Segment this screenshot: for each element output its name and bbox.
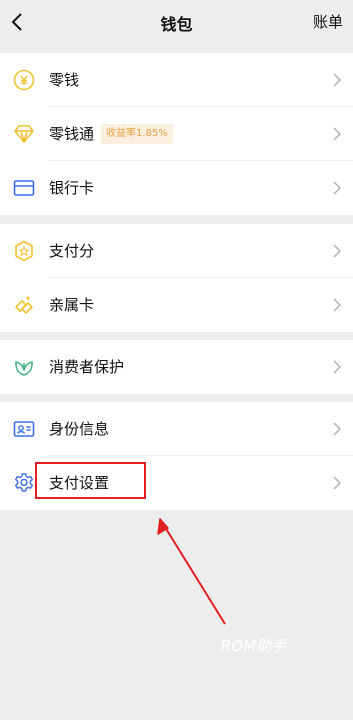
consumer-protection-row[interactable]: 消费者保护 bbox=[0, 340, 353, 394]
row-label: 零钱通 bbox=[49, 125, 95, 143]
chevron-right-icon bbox=[333, 73, 341, 87]
change-row[interactable]: 零钱 bbox=[0, 53, 353, 107]
row-label: 亲属卡 bbox=[49, 296, 95, 314]
gear-icon bbox=[15, 473, 33, 492]
row-label: 支付分 bbox=[49, 242, 95, 260]
row-label: 身份信息 bbox=[49, 420, 110, 438]
row-label: 零钱 bbox=[49, 71, 80, 89]
chevron-right-icon bbox=[333, 298, 341, 312]
score-shield-icon bbox=[15, 240, 33, 262]
highlight-box bbox=[35, 462, 146, 499]
bill-button[interactable]: 账单 bbox=[313, 11, 343, 32]
chevron-right-icon bbox=[333, 422, 341, 436]
chevron-right-icon bbox=[333, 181, 341, 195]
family-card-row[interactable]: 亲属卡 bbox=[0, 278, 353, 332]
identity-info-row[interactable]: 身份信息 bbox=[0, 402, 353, 456]
bank-card-icon bbox=[13, 180, 35, 196]
chevron-right-icon bbox=[333, 360, 341, 374]
page-title: 钱包 bbox=[160, 15, 193, 34]
chevron-right-icon bbox=[333, 476, 341, 490]
family-card-icon bbox=[15, 296, 33, 314]
row-label: 消费者保护 bbox=[49, 358, 125, 376]
bank-card-row[interactable]: 银行卡 bbox=[0, 161, 353, 215]
chevron-right-icon bbox=[333, 244, 341, 258]
chevron-right-icon bbox=[333, 127, 341, 141]
lingqiantong-row[interactable]: 零钱通 收益率1.85% bbox=[0, 107, 353, 161]
wallet-group-2: 支付分 亲属卡 bbox=[0, 224, 353, 332]
top-bar: 钱包 账单 bbox=[0, 0, 353, 44]
pay-score-row[interactable]: 支付分 bbox=[0, 224, 353, 278]
diamond-icon bbox=[14, 125, 34, 143]
yen-coin-icon bbox=[13, 69, 35, 91]
yield-badge: 收益率1.85% bbox=[101, 124, 173, 144]
id-card-icon bbox=[13, 421, 35, 437]
row-label: 银行卡 bbox=[49, 179, 95, 197]
leaf-shield-icon bbox=[15, 361, 33, 376]
watermark: ROM助手 bbox=[221, 637, 287, 655]
wallet-group-1: 零钱 零钱通 收益率1.85% 银行卡 bbox=[0, 53, 353, 215]
wallet-group-3: 消费者保护 bbox=[0, 340, 353, 394]
